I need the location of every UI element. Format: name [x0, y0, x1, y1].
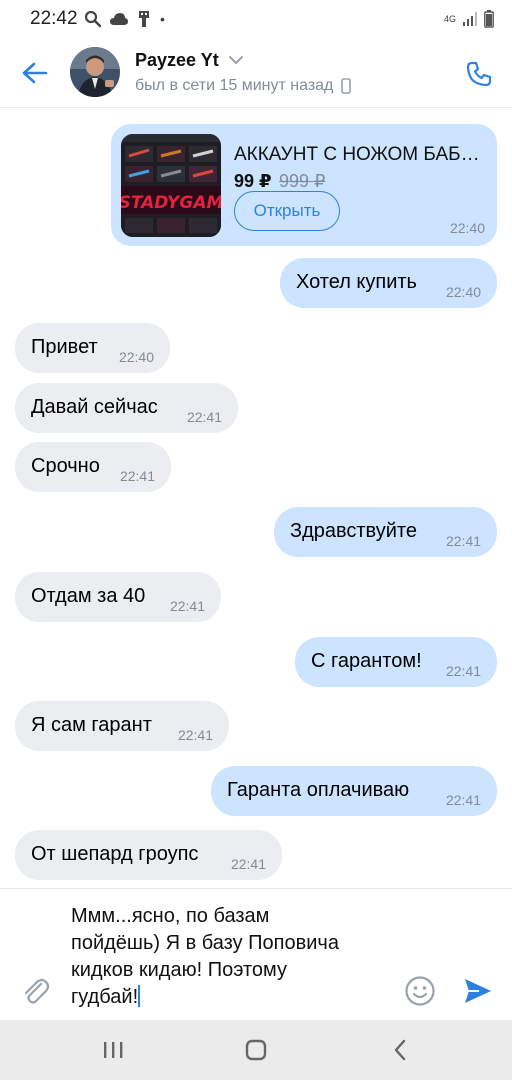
product-thumbnail[interactable]: STADYGAM: [121, 134, 221, 237]
chevron-down-icon[interactable]: [228, 55, 244, 65]
message-time: 22:41: [445, 663, 481, 679]
contact-name[interactable]: Payzee Yt: [135, 50, 219, 71]
recent-apps-icon: [104, 1042, 123, 1058]
message-time: 22:41: [119, 468, 155, 484]
attach-button[interactable]: [20, 975, 52, 1007]
message-time: 22:41: [445, 792, 481, 808]
product-card-message[interactable]: STADYGAM АККАУНТ С НОЖОМ БАБ… 99 ₽ 999 ₽…: [111, 124, 497, 246]
system-icons: 4G: [444, 8, 494, 30]
send-icon: [465, 979, 491, 1003]
message-composer: Ммм...ясно, по базам пойдёшь) Я в базу П…: [0, 888, 512, 1020]
message-bubble-incoming[interactable]: Срочно 22:41: [15, 442, 171, 492]
smile-icon: [405, 976, 435, 1006]
system-navigation-bar: [0, 1020, 512, 1080]
message-text: Привет: [31, 336, 98, 358]
message-text: Здравствуйте: [290, 520, 417, 542]
message-text: Хотел купить: [296, 271, 417, 293]
message-bubble-outgoing[interactable]: С гарантом! 22:41: [295, 637, 497, 687]
message-time: 22:41: [230, 856, 266, 872]
text-cursor: [138, 985, 141, 1007]
paperclip-icon: [24, 978, 50, 1004]
message-text: Отдам за 40: [31, 585, 146, 607]
chat-header: Payzee Yt был в сети 15 минут назад: [0, 38, 512, 108]
notification-icons: •: [84, 8, 165, 30]
back-nav-button[interactable]: [386, 1036, 414, 1064]
avatar[interactable]: [70, 47, 120, 97]
call-button[interactable]: [463, 58, 495, 90]
message-time: 22:40: [118, 349, 154, 365]
last-seen-text: был в сети 15 минут назад: [135, 77, 334, 94]
search-icon: [84, 10, 102, 28]
network-label: 4G: [443, 13, 456, 24]
avatar-image: [70, 47, 120, 97]
message-bubble-incoming[interactable]: Давай сейчас 22:41: [15, 383, 238, 433]
message-input[interactable]: Ммм...ясно, по базам пойдёшь) Я в базу П…: [71, 903, 391, 1011]
mobile-device-icon: [341, 78, 352, 94]
sticker-button[interactable]: [404, 975, 436, 1007]
send-button[interactable]: [463, 976, 493, 1006]
message-text: Срочно: [31, 455, 100, 477]
message-bubble-outgoing[interactable]: Здравствуйте 22:41: [274, 507, 497, 557]
status-time: 22:42: [30, 8, 78, 29]
message-time: 22:40: [449, 220, 485, 236]
message-bubble-incoming[interactable]: Я сам гарант 22:41: [15, 701, 229, 751]
back-icon: [394, 1039, 406, 1061]
open-product-button[interactable]: Открыть: [234, 191, 340, 231]
message-time: 22:40: [445, 284, 481, 300]
message-text: Давай сейчас: [31, 396, 158, 418]
message-bubble-incoming[interactable]: От шепард гроупс 22:41: [15, 830, 282, 880]
home-button[interactable]: [242, 1036, 270, 1064]
message-text: С гарантом!: [311, 650, 422, 672]
back-button[interactable]: [18, 58, 52, 88]
recent-apps-button[interactable]: [99, 1036, 127, 1064]
message-time: 22:41: [177, 727, 213, 743]
product-image-caption: STADYGAM: [121, 193, 221, 213]
message-bubble-incoming[interactable]: Привет 22:40: [15, 323, 170, 373]
battery-icon: [484, 10, 494, 28]
message-time: 22:41: [445, 533, 481, 549]
message-bubble-outgoing[interactable]: Хотел купить 22:40: [280, 258, 497, 308]
message-time: 22:41: [169, 598, 205, 614]
product-image: STADYGAM: [121, 134, 221, 237]
message-bubble-incoming[interactable]: Отдам за 40 22:41: [15, 572, 221, 622]
cloud-icon: [110, 13, 128, 25]
usb-icon: [139, 11, 149, 27]
message-bubble-outgoing[interactable]: Гаранта оплачиваю 22:41: [211, 766, 497, 816]
product-old-price: 999 ₽: [279, 171, 326, 191]
status-dot: •: [160, 10, 165, 27]
product-price: 99 ₽: [234, 171, 272, 191]
phone-icon: [466, 61, 492, 87]
last-seen-status: был в сети 15 минут назад: [135, 77, 352, 95]
message-text: Я сам гарант: [31, 714, 152, 736]
product-title: АККАУНТ С НОЖОМ БАБ…: [234, 144, 480, 165]
message-text: От шепард гроупс: [31, 843, 199, 865]
message-text: Гаранта оплачиваю: [227, 779, 410, 801]
home-icon: [245, 1039, 267, 1061]
message-input-text: Ммм...ясно, по базам пойдёшь) Я в базу П…: [71, 905, 339, 1008]
status-bar: 22:42 • 4G: [0, 0, 512, 38]
signal-icon: [463, 12, 477, 26]
message-time: 22:41: [186, 409, 222, 425]
back-arrow-icon: [22, 62, 48, 84]
